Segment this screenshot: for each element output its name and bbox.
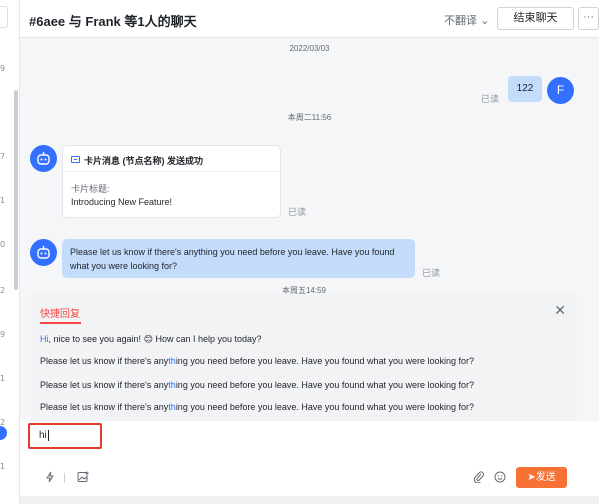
chat-header: #6aee 与 Frank 等1人的聊天 不翻译 ⌄ 结束聊天 ··· (20, 0, 599, 38)
list-badge: 1 (0, 196, 6, 205)
image-icon[interactable] (77, 471, 89, 483)
translate-dropdown[interactable]: 不翻译 ⌄ (444, 12, 489, 28)
reply-text: ing you need before you leave. Have you … (175, 356, 475, 366)
reply-text: Please let us know if there's any (40, 380, 169, 390)
card-field-value: Introducing New Feature! (71, 197, 173, 207)
match-highlight: th (168, 356, 176, 366)
tab-active-indicator (40, 322, 81, 324)
smiley-icon[interactable] (494, 471, 506, 483)
close-icon[interactable]: ✕ (554, 302, 566, 319)
read-status: 已读 (481, 94, 500, 104)
list-badge: 9 (0, 64, 6, 73)
window-bottom-edge (20, 496, 599, 504)
list-scrollbar[interactable] (14, 90, 18, 290)
input-value: hi (39, 430, 47, 442)
bot-message-bubble[interactable]: Please let us know if there's anything y… (62, 239, 415, 278)
message-input[interactable]: hi (28, 423, 102, 449)
bot-avatar[interactable] (30, 239, 57, 266)
match-highlight: th (168, 380, 176, 390)
quick-reply-item[interactable]: Please let us know if there's anything y… (40, 402, 474, 412)
robot-icon (37, 246, 50, 259)
paperclip-icon[interactable] (473, 471, 485, 483)
user-message-bubble[interactable]: 122 (508, 76, 542, 102)
message-list[interactable]: 2022/03/03 已读 122 F 本周二11:56 卡片消息 (节点名称)… (20, 38, 599, 294)
quick-reply-item[interactable]: Please let us know if there's anything y… (40, 380, 474, 390)
quick-reply-panel: 本周五14:59 快捷回复 ✕ Hi, nice to see you agai… (31, 286, 577, 421)
chevron-down-icon: ⌄ (480, 15, 490, 27)
send-label: 发送 (535, 472, 556, 483)
bot-avatar[interactable] (30, 145, 57, 172)
lightning-icon[interactable] (44, 471, 56, 483)
card-field-label: 卡片标题: (71, 184, 110, 194)
robot-icon (37, 152, 50, 165)
search-box-edge[interactable] (0, 6, 8, 28)
time-divider: 本周二11:56 (287, 113, 332, 122)
text-caret (47, 430, 49, 441)
match-highlight: Hi (40, 334, 49, 344)
list-badge: 7 (0, 152, 6, 161)
list-badge: 0 (0, 240, 6, 249)
avatar[interactable]: F (547, 77, 574, 104)
reply-text: Please let us know if there's any (40, 356, 169, 366)
card-header: 卡片消息 (节点名称) 发送成功 (63, 146, 280, 172)
more-button[interactable]: ··· (578, 7, 599, 30)
card-title: 卡片消息 (节点名称) 发送成功 (84, 156, 203, 166)
reply-text: Please let us know if there's any (40, 402, 169, 412)
composer: hi ➤发送 (20, 421, 599, 504)
card-icon (71, 156, 80, 163)
conversation-list-edge: 9 7 1 0 2 9 1 2 1 (0, 0, 20, 504)
date-divider: 2022/03/03 (289, 44, 330, 53)
reply-text: , nice to see you again! 😊 How can I hel… (48, 334, 262, 344)
chat-title: #6aee 与 Frank 等1人的聊天 (29, 14, 197, 29)
unread-dot (0, 426, 7, 440)
read-status: 已读 (422, 268, 441, 278)
time-divider: 本周五14:59 (281, 286, 327, 295)
send-button[interactable]: ➤发送 (516, 467, 567, 488)
translate-label: 不翻译 (444, 15, 477, 27)
list-badge: 1 (0, 462, 6, 471)
list-badge: 1 (0, 374, 6, 383)
tab-quick-reply[interactable]: 快捷回复 (40, 305, 80, 320)
quick-reply-item[interactable]: Hi, nice to see you again! 😊 How can I h… (40, 334, 262, 345)
card-message[interactable]: 卡片消息 (节点名称) 发送成功 卡片标题: Introducing New F… (62, 145, 281, 218)
match-highlight: th (168, 402, 176, 412)
list-badge: 2 (0, 286, 6, 295)
toolbar-divider (64, 473, 65, 483)
send-icon: ➤ (527, 472, 536, 483)
end-chat-button[interactable]: 结束聊天 (497, 7, 574, 30)
reply-text: ing you need before you leave. Have you … (175, 380, 475, 390)
quick-reply-item[interactable]: Please let us know if there's anything y… (40, 356, 474, 366)
list-badge: 9 (0, 330, 6, 339)
reply-text: ing you need before you leave. Have you … (175, 402, 475, 412)
read-status: 已读 (288, 207, 307, 217)
